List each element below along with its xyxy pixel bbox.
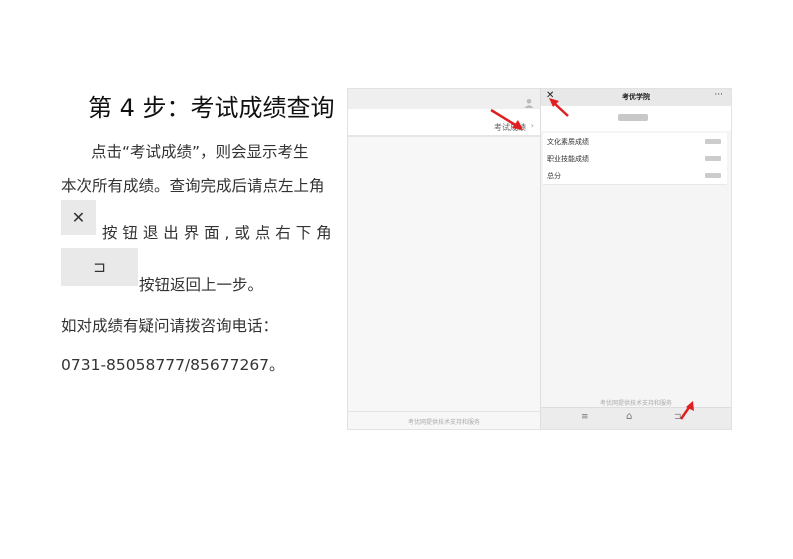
blurred-score	[705, 173, 721, 178]
menu-icon[interactable]: ≡	[581, 412, 589, 422]
arrow-to-back-icon	[679, 401, 694, 420]
contact-line: 如对成绩有疑问请拨咨询电话：	[61, 317, 279, 335]
instruction-line-3: 按 钮 退 出 界 面 , 或 点 右 下 角	[102, 224, 332, 242]
chevron-right-icon: ›	[530, 121, 534, 130]
bottom-nav: ≡ ⌂ ⊐	[541, 408, 731, 429]
back-icon: ⊐	[93, 258, 106, 276]
arrow-to-close-icon	[549, 98, 569, 117]
step-title: 第 4 步：考试成绩查询	[88, 94, 335, 122]
user-icon	[524, 93, 534, 108]
footer-divider	[348, 411, 540, 412]
blurred-score	[705, 139, 721, 144]
score-label: 文化素质成绩	[547, 138, 589, 146]
left-footer-text: 考优网提供技术支持和服务	[407, 419, 480, 426]
close-button-illustration: ✕	[61, 200, 96, 235]
score-label: 职业技能成绩	[547, 155, 589, 163]
instruction-line-4: 按钮返回上一步。	[139, 276, 264, 294]
top-bar	[348, 89, 540, 109]
app-screenshot: 考试成绩 › 考优网提供技术支持和服务 ✕ 考优学院 ··· 文化素质成绩 职业…	[347, 88, 732, 430]
score-row: 文化素质成绩	[543, 133, 727, 151]
arrow-to-exam-score-icon	[490, 108, 523, 130]
score-row: 职业技能成绩	[543, 150, 727, 168]
instruction-line-1: 点击“考试成绩”，则会显示考生	[91, 143, 309, 161]
score-label: 总分	[547, 172, 561, 180]
close-icon: ✕	[71, 208, 86, 227]
blurred-score	[705, 156, 721, 161]
more-icon[interactable]: ···	[714, 90, 723, 100]
score-detail-panel: ✕ 考优学院 ··· 文化素质成绩 职业技能成绩 总分 考优网提供技术支持和服务…	[541, 89, 731, 429]
home-icon[interactable]: ⌂	[626, 411, 632, 422]
score-list-panel: 考试成绩 › 考优网提供技术支持和服务	[348, 89, 541, 429]
contact-phone: 0731-85058777/85677267。	[61, 356, 285, 374]
blurred-name	[618, 114, 648, 121]
back-button-illustration: ⊐	[61, 248, 138, 286]
instruction-line-2: 本次所有成绩。查询完成后请点左上角	[61, 177, 325, 195]
right-footer-text: 考优网提供技术支持和服务	[599, 400, 672, 407]
score-row: 总分	[543, 167, 727, 185]
